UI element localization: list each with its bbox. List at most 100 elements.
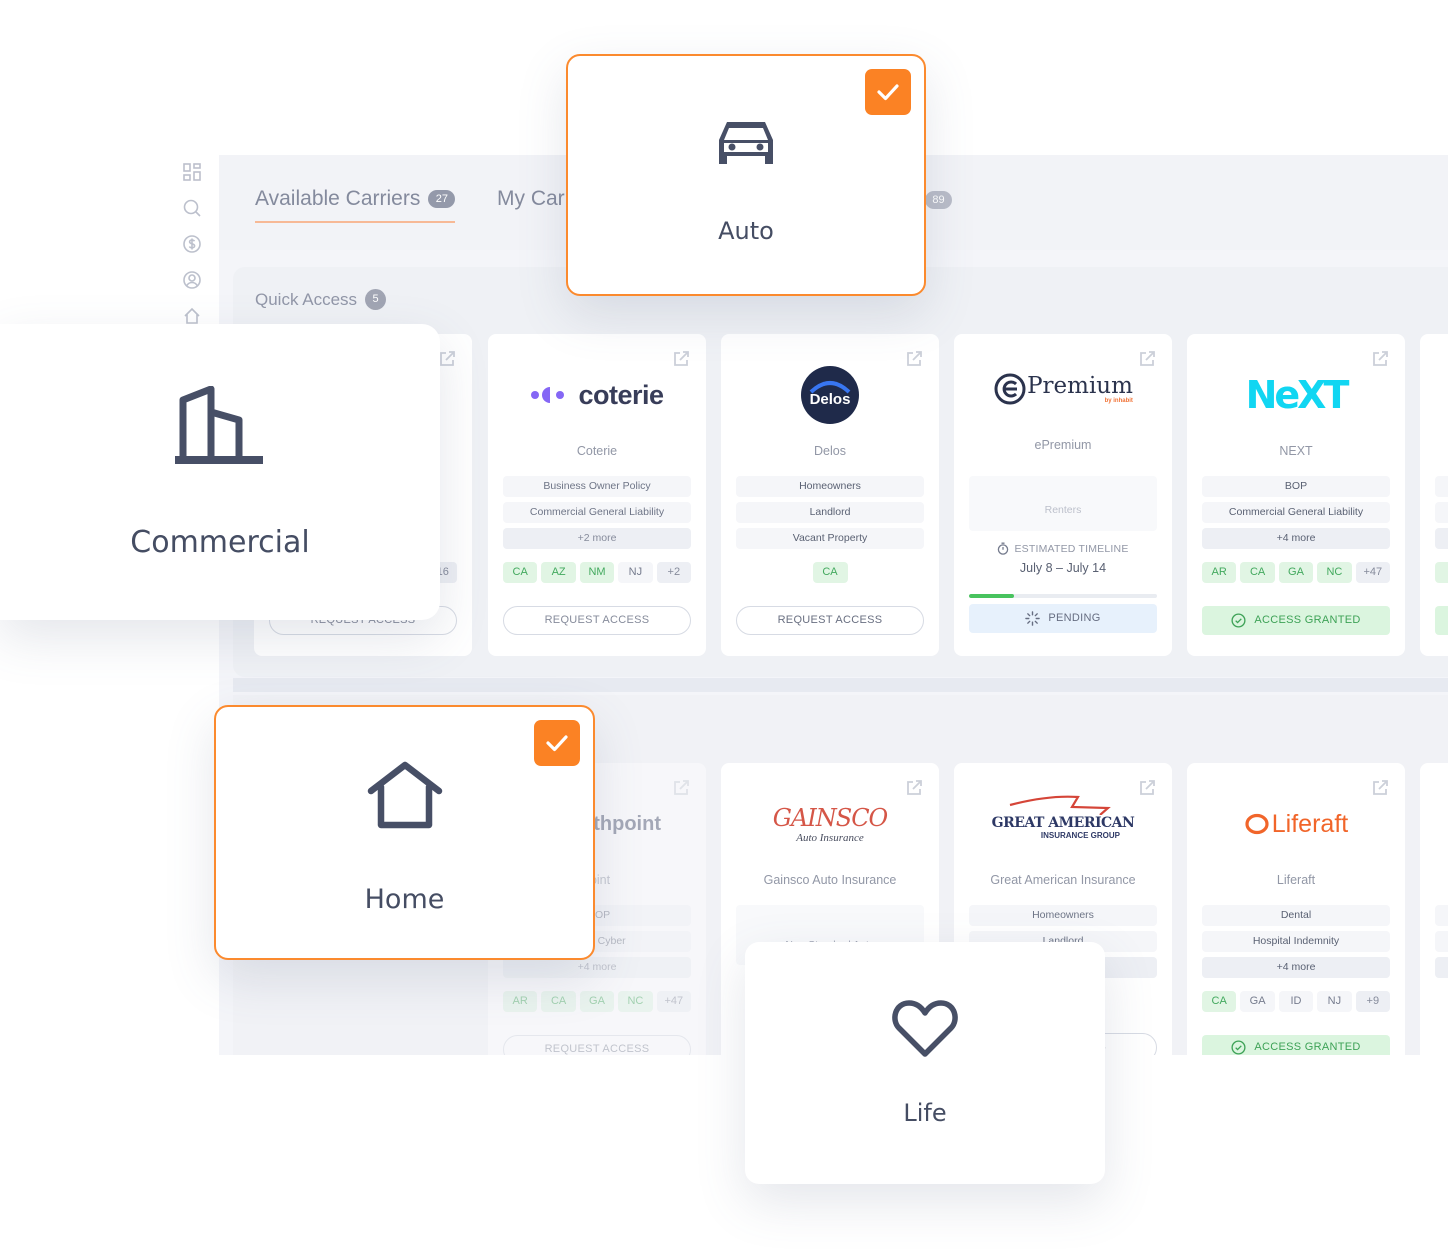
carrier-card-liferaft[interactable]: Liferaft Liferaft Dental Hospital Indemn… — [1187, 763, 1405, 1055]
checkbox-checked[interactable] — [534, 720, 580, 766]
carrier-card-coterie[interactable]: coterie Coterie Business Owner Policy Co… — [488, 334, 706, 656]
state-chip-more[interactable]: +47 — [1355, 562, 1391, 583]
state-chip: CA — [812, 562, 848, 583]
check-circle-icon — [1231, 1039, 1246, 1055]
tab-my-carriers-count[interactable]: 89 — [925, 191, 952, 219]
state-chip: GA — [579, 991, 615, 1012]
state-chip: GA — [1278, 562, 1314, 583]
state-chip: NJ — [618, 562, 653, 583]
state-chip: NC — [1317, 562, 1352, 583]
tab-count-badge: 89 — [925, 191, 952, 209]
pending-label: PENDING — [1048, 612, 1101, 624]
carrier-name: NEXT — [1279, 444, 1313, 458]
more-products-pill[interactable]: +2 more — [503, 528, 691, 549]
great-american-sub: INSURANCE GROUP — [1040, 830, 1120, 840]
quick-access-count: 5 — [365, 289, 387, 310]
next-wordmark: NeXT — [1245, 373, 1350, 417]
carrier-logo-next: NeXT — [1187, 364, 1405, 426]
pending-status: PENDING — [969, 604, 1157, 633]
timeline-dates: July 8 – July 14 — [1019, 561, 1107, 575]
coterie-wordmark: coterie — [578, 379, 664, 410]
tab-available-carriers[interactable]: Available Carriers 27 — [255, 187, 456, 223]
category-label: Home — [364, 884, 445, 915]
house-icon — [367, 761, 443, 836]
carrier-card-epremium[interactable]: Premium by inhabit ePremium Renters ESTI… — [954, 334, 1172, 656]
user-icon[interactable] — [181, 269, 203, 291]
more-products-pill[interactable]: +4 more — [1202, 957, 1390, 978]
product-pill: Landlord — [736, 502, 924, 523]
category-card-auto[interactable]: Auto — [566, 54, 926, 296]
carrier-logo-delos: Delos — [721, 364, 939, 426]
coterie-mark-icon — [531, 387, 565, 403]
state-chip-more[interactable]: +9 — [1355, 991, 1391, 1012]
category-card-commercial[interactable]: Commercial — [0, 324, 440, 620]
state-chip: NJ — [1317, 991, 1352, 1012]
state-chip: CA — [502, 562, 538, 583]
carrier-logo-epremium: Premium by inhabit — [954, 358, 1172, 420]
heart-icon — [892, 998, 958, 1063]
stopwatch-icon — [998, 542, 1009, 555]
request-access-button[interactable]: REQUEST ACCESS — [736, 606, 924, 635]
category-label: Auto — [718, 217, 774, 245]
access-granted-status: ACCESS GRANTED — [1202, 1035, 1390, 1055]
dashboard-icon[interactable] — [181, 161, 203, 183]
liferaft-wordmark: Liferaft — [1271, 809, 1349, 838]
tab-label: Available Carriers — [255, 187, 421, 210]
carrier-card-partial[interactable] — [1420, 334, 1448, 656]
gainsco-sub: Auto Insurance — [796, 832, 864, 844]
checkbox-checked[interactable] — [865, 69, 911, 115]
product-pill: Renters — [969, 476, 1157, 531]
more-products-pill[interactable]: +4 more — [503, 957, 691, 978]
gainsco-wordmark: GAINSCO — [772, 804, 888, 832]
state-chip: CA — [1240, 562, 1275, 583]
access-granted-status — [1435, 606, 1448, 635]
carrier-name: ePremium — [1034, 438, 1092, 452]
category-label: Commercial — [130, 525, 310, 560]
carrier-logo-gainsco: GAINSCO Auto Insurance — [721, 793, 939, 855]
state-chip-more[interactable]: +2 — [656, 562, 692, 583]
progress-fill — [969, 594, 1015, 598]
carrier-name: Gainsco Auto Insurance — [763, 873, 897, 887]
more-products-pill[interactable]: +4 more — [1202, 528, 1390, 549]
carrier-logo-coterie: coterie — [488, 364, 706, 426]
request-access-button[interactable]: REQUEST ACCESS — [503, 606, 691, 635]
state-chip: AR — [1201, 562, 1237, 583]
product-pill: Homeowners — [969, 905, 1157, 926]
access-granted-status: ACCESS GRANTED — [1202, 606, 1390, 635]
carrier-card-next[interactable]: NeXT NEXT BOP Commercial General Liabili… — [1187, 334, 1405, 656]
estimated-timeline: ESTIMATED TIMELINE July 8 – July 14 — [954, 542, 1172, 575]
category-label: Life — [903, 1099, 947, 1127]
product-pill: Homeowners — [736, 476, 924, 497]
state-chip: ID — [1278, 991, 1314, 1012]
timeline-progress-bar — [969, 594, 1157, 598]
carrier-card-partial[interactable] — [1420, 763, 1448, 1055]
request-access-button[interactable]: REQUEST ACCESS — [503, 1035, 691, 1055]
category-card-home[interactable]: Home — [214, 705, 595, 960]
eagle-swoosh-icon — [1009, 795, 1111, 815]
carrier-logo-great-american: GREAT AMERICAN INSURANCE GROUP — [954, 785, 1172, 847]
car-icon — [713, 114, 779, 179]
carrier-card-delos[interactable]: Delos Delos Homeowners Landlord Vacant P… — [721, 334, 939, 656]
section-divider — [233, 678, 1448, 692]
state-chip: AZ — [541, 562, 576, 583]
search-icon[interactable] — [181, 197, 203, 219]
state-chip: GA — [1240, 991, 1275, 1012]
carrier-name: Delos — [814, 444, 846, 458]
state-chip-more[interactable]: +47 — [656, 991, 692, 1012]
carrier-name: Great American Insurance — [990, 873, 1136, 887]
product-pill: Commercial General Liability — [1202, 502, 1390, 523]
product-pill: Vacant Property — [736, 528, 924, 549]
category-card-life[interactable]: Life — [745, 942, 1105, 1184]
dollar-icon[interactable] — [181, 233, 203, 255]
state-chip: CA — [1201, 991, 1237, 1012]
building-icon — [175, 385, 265, 471]
external-link-icon[interactable] — [438, 350, 456, 368]
epremium-e-icon — [994, 373, 1026, 405]
access-granted-label: ACCESS GRANTED — [1254, 1040, 1361, 1053]
product-pill: Business Owner Policy — [503, 476, 691, 497]
state-chip: NM — [579, 562, 615, 583]
liferaft-ring-icon — [1245, 813, 1269, 835]
state-chip: AR — [502, 991, 538, 1012]
state-chip: NC — [618, 991, 653, 1012]
tab-my-carriers[interactable]: My Car — [497, 187, 565, 221]
